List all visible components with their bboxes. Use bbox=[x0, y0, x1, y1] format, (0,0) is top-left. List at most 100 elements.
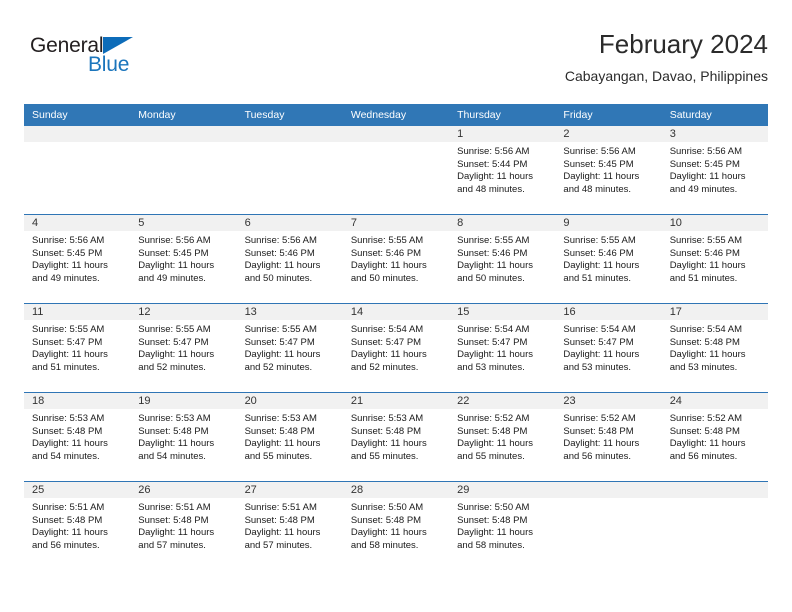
day-number: 10 bbox=[661, 215, 768, 231]
day-cell[interactable]: 10 Sunrise: 5:55 AM Sunset: 5:46 PM Dayligh… bbox=[661, 215, 768, 303]
day-details: Sunrise: 5:55 AM Sunset: 5:47 PM Daylight:… bbox=[130, 320, 236, 374]
daylight-text-line1: Daylight: 11 hours bbox=[350, 438, 427, 450]
day-cell[interactable]: 26 Sunrise: 5:51 AM Sunset: 5:48 PM Dayligh… bbox=[130, 482, 237, 570]
sunrise-text: Sunrise: 5:50 AM bbox=[350, 502, 424, 513]
sunrise-text: Sunrise: 5:55 AM bbox=[563, 235, 636, 246]
calendar-cell: 10 Sunrise: 5:55 AM Sunset: 5:46 PM Dayligh… bbox=[661, 214, 768, 304]
day-details: Sunrise: 5:55 AM Sunset: 5:47 PM Daylight:… bbox=[237, 320, 343, 374]
day-cell[interactable]: 14 Sunrise: 5:54 AM Sunset: 5:47 PM Dayligh… bbox=[342, 304, 450, 392]
sunset-text: Sunset: 5:48 PM bbox=[457, 514, 528, 526]
calendar-cell: 24 Sunrise: 5:52 AM Sunset: 5:48 PM Dayligh… bbox=[661, 392, 768, 482]
weekday-header-monday: Monday bbox=[130, 104, 237, 126]
day-cell[interactable]: 5 Sunrise: 5:56 AM Sunset: 5:45 PM Daylight… bbox=[130, 215, 237, 303]
day-details: Sunrise: 5:54 AM Sunset: 5:48 PM Daylight:… bbox=[662, 320, 768, 374]
day-cell[interactable]: 1 Sunrise: 5:56 AM Sunset: 5:44 PM Daylight… bbox=[449, 126, 556, 214]
daylight-text-line1: Daylight: 11 hours bbox=[563, 260, 640, 272]
sunrise-text: Sunrise: 5:56 AM bbox=[138, 235, 211, 246]
day-details: Sunrise: 5:56 AM Sunset: 5:45 PM Daylight:… bbox=[24, 231, 130, 285]
day-number: 15 bbox=[449, 304, 556, 320]
day-number: 13 bbox=[236, 304, 343, 320]
daylight-text-line1: Daylight: 11 hours bbox=[138, 527, 215, 539]
day-cell[interactable]: 11 Sunrise: 5:55 AM Sunset: 5:47 PM Dayligh… bbox=[24, 304, 131, 392]
day-cell[interactable]: 29 Sunrise: 5:50 AM Sunset: 5:48 PM Dayligh… bbox=[449, 482, 556, 570]
day-details: Sunrise: 5:51 AM Sunset: 5:48 PM Daylight:… bbox=[237, 498, 343, 552]
daylight-text-line1: Daylight: 11 hours bbox=[563, 438, 640, 450]
day-details: Sunrise: 5:53 AM Sunset: 5:48 PM Daylight:… bbox=[130, 409, 236, 463]
day-cell[interactable]: 23 Sunrise: 5:52 AM Sunset: 5:48 PM Dayligh… bbox=[555, 393, 662, 481]
sunset-text: Sunset: 5:48 PM bbox=[669, 336, 740, 348]
daylight-text-line2: and 50 minutes. bbox=[244, 272, 313, 284]
day-cell[interactable]: 21 Sunrise: 5:53 AM Sunset: 5:48 PM Dayligh… bbox=[342, 393, 450, 481]
daylight-text-line1: Daylight: 11 hours bbox=[563, 171, 640, 183]
general-blue-logo[interactable]: General Blue bbox=[30, 34, 170, 84]
calendar-week-row: 4 Sunrise: 5:56 AM Sunset: 5:45 PM Daylight… bbox=[24, 214, 768, 304]
day-details: Sunrise: 5:56 AM Sunset: 5:45 PM Daylight:… bbox=[130, 231, 236, 285]
calendar-cell bbox=[661, 481, 768, 570]
daylight-text-line1: Daylight: 11 hours bbox=[457, 171, 533, 183]
day-cell[interactable]: 12 Sunrise: 5:55 AM Sunset: 5:47 PM Dayligh… bbox=[130, 304, 237, 392]
calendar-cell: 15 Sunrise: 5:54 AM Sunset: 5:47 PM Dayligh… bbox=[449, 303, 556, 393]
sunrise-text: Sunrise: 5:56 AM bbox=[32, 235, 105, 246]
calendar-cell bbox=[342, 126, 450, 215]
day-cell[interactable]: 2 Sunrise: 5:56 AM Sunset: 5:45 PM Daylight… bbox=[555, 126, 662, 214]
day-cell[interactable]: 4 Sunrise: 5:56 AM Sunset: 5:45 PM Daylight… bbox=[24, 215, 131, 303]
day-cell[interactable]: 9 Sunrise: 5:55 AM Sunset: 5:46 PM Daylight… bbox=[555, 215, 662, 303]
day-number: 16 bbox=[555, 304, 662, 320]
day-cell[interactable]: 8 Sunrise: 5:55 AM Sunset: 5:46 PM Daylight… bbox=[449, 215, 556, 303]
calendar-cell bbox=[236, 126, 343, 215]
daylight-text-line2: and 56 minutes. bbox=[669, 450, 738, 462]
day-cell[interactable]: 22 Sunrise: 5:52 AM Sunset: 5:48 PM Dayligh… bbox=[449, 393, 556, 481]
calendar-cell: 17 Sunrise: 5:54 AM Sunset: 5:48 PM Dayligh… bbox=[661, 303, 768, 393]
sunrise-text: Sunrise: 5:51 AM bbox=[138, 502, 211, 513]
day-cell[interactable]: 18 Sunrise: 5:53 AM Sunset: 5:48 PM Dayligh… bbox=[24, 393, 131, 481]
day-number: 14 bbox=[342, 304, 450, 320]
day-number: 2 bbox=[555, 126, 662, 142]
daylight-text-line2: and 52 minutes. bbox=[350, 361, 419, 373]
daylight-text-line1: Daylight: 11 hours bbox=[32, 349, 108, 361]
day-number: 11 bbox=[24, 304, 131, 320]
sunset-text: Sunset: 5:47 PM bbox=[138, 336, 209, 348]
day-number: 21 bbox=[342, 393, 450, 409]
daylight-text-line2: and 51 minutes. bbox=[669, 272, 738, 284]
day-number bbox=[236, 126, 343, 142]
day-number bbox=[342, 126, 450, 142]
day-cell[interactable]: 24 Sunrise: 5:52 AM Sunset: 5:48 PM Dayligh… bbox=[661, 393, 768, 481]
calendar-cell: 12 Sunrise: 5:55 AM Sunset: 5:47 PM Dayligh… bbox=[130, 303, 237, 393]
calendar-cell: 11 Sunrise: 5:55 AM Sunset: 5:47 PM Dayligh… bbox=[24, 303, 131, 393]
sunset-text: Sunset: 5:48 PM bbox=[244, 514, 315, 526]
day-number: 5 bbox=[130, 215, 237, 231]
day-cell[interactable]: 6 Sunrise: 5:56 AM Sunset: 5:46 PM Daylight… bbox=[236, 215, 343, 303]
sunrise-text: Sunrise: 5:52 AM bbox=[457, 413, 530, 424]
day-cell[interactable]: 13 Sunrise: 5:55 AM Sunset: 5:47 PM Dayligh… bbox=[236, 304, 343, 392]
calendar-body: 1 Sunrise: 5:56 AM Sunset: 5:44 PM Daylight… bbox=[24, 126, 768, 570]
day-details: Sunrise: 5:52 AM Sunset: 5:48 PM Daylight:… bbox=[662, 409, 768, 463]
sunrise-text: Sunrise: 5:51 AM bbox=[32, 502, 105, 513]
day-cell[interactable]: 16 Sunrise: 5:54 AM Sunset: 5:47 PM Dayligh… bbox=[555, 304, 662, 392]
day-number: 25 bbox=[24, 482, 131, 498]
daylight-text-line2: and 48 minutes. bbox=[457, 183, 525, 195]
day-cell[interactable]: 27 Sunrise: 5:51 AM Sunset: 5:48 PM Dayligh… bbox=[236, 482, 343, 570]
sunrise-text: Sunrise: 5:53 AM bbox=[350, 413, 424, 424]
calendar-cell: 21 Sunrise: 5:53 AM Sunset: 5:48 PM Dayligh… bbox=[342, 392, 450, 482]
day-cell[interactable]: 17 Sunrise: 5:54 AM Sunset: 5:48 PM Dayligh… bbox=[661, 304, 768, 392]
sunrise-text: Sunrise: 5:50 AM bbox=[457, 502, 530, 513]
day-cell[interactable]: 28 Sunrise: 5:50 AM Sunset: 5:48 PM Dayligh… bbox=[342, 482, 450, 570]
sunset-text: Sunset: 5:48 PM bbox=[563, 425, 634, 437]
day-details: Sunrise: 5:53 AM Sunset: 5:48 PM Daylight:… bbox=[237, 409, 343, 463]
day-cell[interactable]: 15 Sunrise: 5:54 AM Sunset: 5:47 PM Dayligh… bbox=[449, 304, 556, 392]
day-cell[interactable]: 20 Sunrise: 5:53 AM Sunset: 5:48 PM Dayligh… bbox=[236, 393, 343, 481]
calendar-cell: 22 Sunrise: 5:52 AM Sunset: 5:48 PM Dayligh… bbox=[449, 392, 556, 482]
calendar-cell bbox=[24, 126, 131, 215]
sunrise-text: Sunrise: 5:55 AM bbox=[350, 235, 424, 246]
day-number bbox=[661, 482, 768, 498]
day-cell[interactable]: 7 Sunrise: 5:55 AM Sunset: 5:46 PM Daylight… bbox=[342, 215, 450, 303]
calendar-week-row: 18 Sunrise: 5:53 AM Sunset: 5:48 PM Dayligh… bbox=[24, 392, 768, 482]
sunrise-text: Sunrise: 5:55 AM bbox=[669, 235, 743, 246]
sunset-text: Sunset: 5:48 PM bbox=[457, 425, 528, 437]
day-cell[interactable]: 3 Sunrise: 5:56 AM Sunset: 5:45 PM Daylight… bbox=[661, 126, 768, 214]
sunrise-text: Sunrise: 5:55 AM bbox=[32, 324, 105, 335]
daylight-text-line1: Daylight: 11 hours bbox=[669, 260, 746, 272]
daylight-text-line2: and 55 minutes. bbox=[244, 450, 313, 462]
day-cell[interactable]: 19 Sunrise: 5:53 AM Sunset: 5:48 PM Dayligh… bbox=[130, 393, 237, 481]
day-cell[interactable]: 25 Sunrise: 5:51 AM Sunset: 5:48 PM Dayligh… bbox=[24, 482, 131, 570]
